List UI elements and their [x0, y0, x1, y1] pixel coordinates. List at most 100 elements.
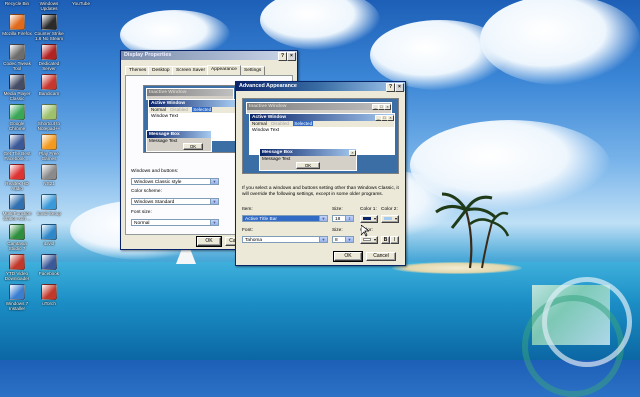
size-stepper[interactable]: 18 ⇕ [332, 215, 354, 222]
preview-ok-button: OK [183, 143, 203, 150]
app-icon [41, 224, 57, 240]
font-color-picker[interactable]: ▾ [360, 236, 378, 244]
menu-selected: Selected [192, 107, 213, 112]
desktop-icon[interactable]: uTorch [34, 284, 64, 306]
desktop-icon[interactable]: Get The Best Facebook ... [2, 134, 32, 161]
watermark-logo [522, 277, 632, 397]
chevron-down-icon: ▾ [373, 216, 376, 221]
color1-picker[interactable]: ▾ [360, 215, 378, 223]
desktop-icon[interactable]: Windows Updates [34, 0, 64, 11]
item-select[interactable]: Active Title Bar ▼ [242, 215, 328, 222]
color-scheme-value: Windows Standard [134, 200, 175, 205]
app-icon [41, 44, 57, 60]
desktop-icon[interactable]: Windows 7 Installer [2, 284, 32, 311]
font-label: Font: [242, 228, 253, 233]
cancel-button[interactable]: Cancel [366, 252, 396, 261]
tab-themes[interactable]: Themes [125, 66, 151, 75]
app-icon [41, 164, 57, 180]
tab-settings[interactable]: Settings [240, 66, 266, 75]
desktop-icon[interactable]: Multi-Function Station soft ... [2, 194, 32, 221]
font-size-value: 8 [335, 238, 338, 243]
app-icon [9, 14, 25, 30]
desktop-icon-label: Play Free Games [39, 151, 59, 161]
color-scheme-select[interactable]: Windows Standard ▼ [131, 198, 219, 205]
menu-selected: Selected [293, 121, 314, 126]
desktop-icon[interactable]: Facebook [34, 254, 64, 276]
window-title: Display Properties [124, 52, 172, 58]
preview-message-text: Message Text [262, 156, 291, 161]
tab-strip: Themes Desktop Screen Saver Appearance S… [125, 65, 293, 75]
chevron-down-icon: ▼ [319, 237, 327, 242]
desktop-icon[interactable]: Play Free Games [34, 134, 64, 161]
desktop-icon[interactable]: Codec Tweak Tool [2, 44, 32, 71]
color-swatch [384, 217, 392, 220]
desktop-icon-label: Camtasia Studio 7 [7, 241, 27, 251]
desktop-icon[interactable]: Recycle Bin [2, 0, 32, 6]
desktop-icon[interactable]: Realtek HD Audio [2, 164, 32, 191]
tab-desktop[interactable]: Desktop [148, 66, 174, 75]
font-select[interactable]: Tahoma ▼ [242, 236, 328, 243]
chevron-down-icon: ▾ [394, 216, 397, 221]
font-value: Tahoma [245, 238, 263, 243]
advanced-appearance-titlebar[interactable]: Advanced Appearance ? × [236, 82, 405, 92]
preview-message-box-title: Message Box [260, 149, 356, 156]
appearance-preview: Inactive Window Active Window Normal Dis… [143, 85, 237, 153]
color-swatch [363, 217, 371, 220]
desktop-icon[interactable]: Counter Strike 1.6 No Steam [34, 14, 64, 41]
help-button[interactable]: ? [278, 52, 287, 61]
close-button[interactable]: × [287, 52, 296, 61]
display-properties-titlebar[interactable]: Display Properties ? × [121, 51, 297, 61]
chevron-down-icon: ▾ [373, 237, 376, 242]
desktop-icon-label: Mozilla Firefox [2, 31, 32, 36]
desktop-icon[interactable]: Camtasia Studio 7 [2, 224, 32, 251]
menu-normal: Normal [151, 107, 166, 112]
desktop-icon-label: Facebook [38, 271, 60, 276]
preview-ok-button: OK [296, 162, 320, 169]
desktop-icon[interactable]: Google Chrome [2, 104, 32, 131]
mouse-cursor-icon [361, 225, 369, 237]
close-button[interactable]: × [395, 83, 404, 92]
bold-toggle[interactable]: B [381, 236, 390, 244]
font-size-select[interactable]: 8 ▼ [332, 236, 354, 243]
tab-screen-saver[interactable]: Screen Saver [172, 66, 210, 75]
desktop-icon[interactable]: Media Player Classic [2, 74, 32, 101]
color2-picker[interactable]: ▾ [381, 215, 399, 223]
ok-button[interactable]: OK [196, 236, 222, 247]
font-size-label: Size: [332, 228, 343, 233]
desktop-icon[interactable]: Bandicam [34, 74, 64, 96]
app-icon [9, 44, 25, 60]
desktop-icon-label: Recycle Bin [4, 1, 30, 6]
desktop-icon[interactable]: NS21 [34, 164, 64, 186]
app-icon [41, 14, 57, 30]
italic-toggle[interactable]: I [390, 236, 399, 244]
desktop-icon[interactable]: iLivid [34, 224, 64, 246]
tab-appearance[interactable]: Appearance [207, 65, 241, 75]
preview-inactive-title: Inactive Window [247, 103, 391, 110]
desktop-icon[interactable]: Dedicated Server [34, 44, 64, 71]
desktop-icon[interactable]: Shortcut to Notepad++ [34, 104, 64, 131]
windows-buttons-select[interactable]: Windows Classic style ▼ [131, 178, 219, 185]
help-button[interactable]: ? [386, 83, 395, 92]
desktop-icon-label: iLivid [43, 241, 55, 246]
color2-label: Color 2: [381, 207, 398, 212]
desktop-icon-label: YouTube [71, 1, 91, 6]
preview-message-box-title: Message Box [147, 131, 211, 138]
desktop-icon[interactable]: YouTube [66, 0, 96, 6]
font-size-select[interactable]: Normal ▼ [131, 219, 219, 226]
size-label: Size: [332, 207, 343, 212]
desktop-icon-label: Google Chrome [8, 121, 26, 131]
menu-normal: Normal [252, 121, 267, 126]
desktop-icon[interactable]: YTD Video Downloader [2, 254, 32, 281]
desktop-icon-label: Counter Strike 1.6 No Steam [34, 31, 64, 41]
desktop-icon-label: Multi-Function Station soft ... [2, 211, 32, 221]
font-size-value: Normal [134, 221, 150, 226]
desktop-icon-label: Media Player Classic [3, 91, 31, 101]
preview-active-title: Active Window [250, 114, 394, 121]
windows-buttons-label: Windows and buttons: [131, 169, 179, 174]
ok-button[interactable]: OK [333, 251, 363, 262]
desktop-icon[interactable]: iLivid Setup [34, 194, 64, 216]
cloud [480, 0, 640, 85]
windows-buttons-value: Windows Classic style [134, 180, 182, 185]
chevron-down-icon: ▼ [210, 179, 218, 184]
desktop-icon[interactable]: Mozilla Firefox [2, 14, 32, 36]
